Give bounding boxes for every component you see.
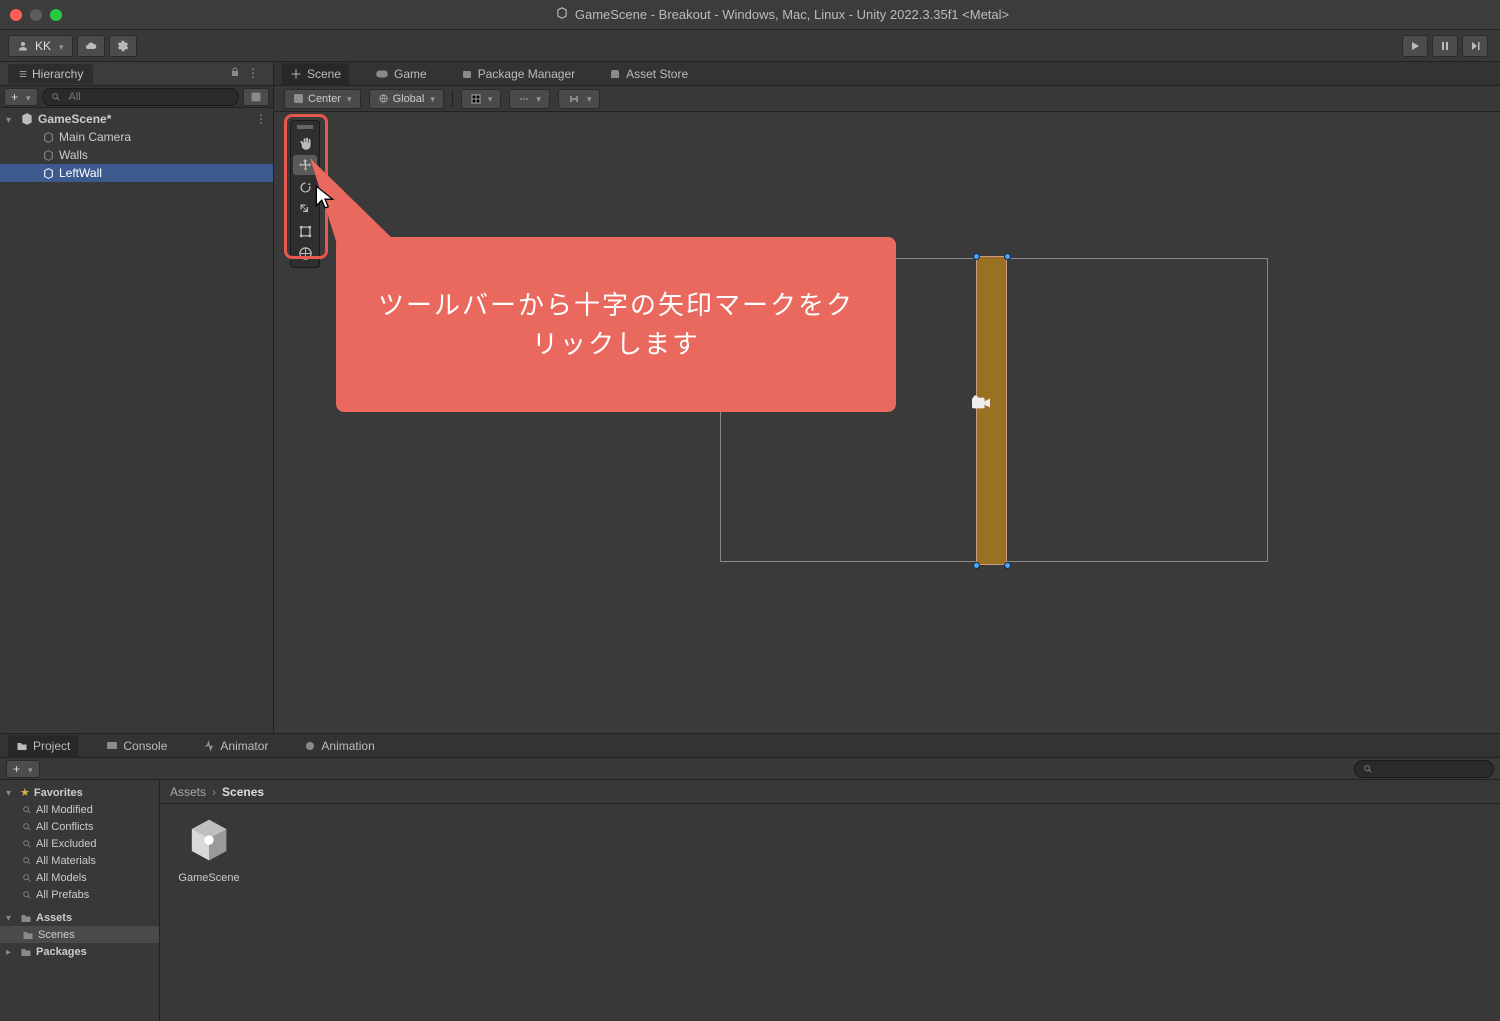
tab-console[interactable]: Console: [98, 735, 175, 757]
unity-icon: [555, 6, 569, 23]
breadcrumb-root[interactable]: Assets: [170, 785, 206, 799]
assets-folder[interactable]: Assets: [0, 909, 159, 926]
tab-scene[interactable]: Scene: [282, 63, 349, 85]
resize-handle[interactable]: [973, 253, 980, 260]
breadcrumb-current[interactable]: Scenes: [222, 785, 264, 799]
panel-menu-icon[interactable]: ⋮: [247, 66, 259, 81]
snap-increment-dropdown[interactable]: [509, 89, 550, 109]
scene-root[interactable]: GameScene* ⋮: [0, 110, 273, 128]
hierarchy-tab[interactable]: Hierarchy: [8, 64, 93, 84]
step-button[interactable]: [1462, 35, 1488, 57]
tree-item-main-camera[interactable]: Main Camera: [0, 128, 273, 146]
fav-all-prefabs[interactable]: All Prefabs: [0, 886, 159, 903]
top-toolbar: KK: [0, 30, 1500, 62]
account-label: KK: [35, 39, 51, 53]
asset-gamescene[interactable]: GameScene: [174, 814, 244, 884]
minimize-window-button[interactable]: [30, 9, 42, 21]
hierarchy-tree: GameScene* ⋮ Main Camera Walls LeftWall: [0, 108, 273, 733]
scene-toolbar: Center Global: [274, 86, 1500, 112]
close-window-button[interactable]: [10, 9, 22, 21]
space-mode-dropdown[interactable]: Global: [369, 89, 444, 109]
scene-context-menu[interactable]: ⋮: [255, 112, 273, 126]
tree-item-leftwall[interactable]: LeftWall: [0, 164, 273, 182]
fav-all-models[interactable]: All Models: [0, 869, 159, 886]
unity-scene-icon: [183, 814, 235, 866]
snap-grid-dropdown[interactable]: [461, 89, 502, 109]
tree-item-walls[interactable]: Walls: [0, 146, 273, 164]
resize-handle[interactable]: [1004, 253, 1011, 260]
titlebar: GameScene - Breakout - Windows, Mac, Lin…: [0, 0, 1500, 30]
account-button[interactable]: KK: [8, 35, 73, 57]
project-tree: ★ Favorites All Modified All Conflicts A…: [0, 780, 160, 1021]
scene-view[interactable]: ツールバーから十字の矢印マークをクリックします: [274, 112, 1500, 733]
breadcrumb: Assets › Scenes: [160, 780, 1500, 804]
lock-icon[interactable]: [229, 66, 241, 81]
annotation-callout: ツールバーから十字の矢印マークをクリックします: [336, 237, 896, 412]
tab-animator[interactable]: Animator: [195, 735, 276, 757]
tab-game[interactable]: Game: [367, 63, 435, 85]
create-dropdown[interactable]: +: [4, 88, 38, 106]
camera-gizmo-icon[interactable]: [970, 394, 992, 412]
hierarchy-search[interactable]: All: [42, 88, 239, 106]
tab-animation[interactable]: Animation: [296, 735, 382, 757]
scenes-folder[interactable]: Scenes: [0, 926, 159, 943]
favorites-folder[interactable]: ★ Favorites: [0, 784, 159, 801]
snap-toggle-dropdown[interactable]: [558, 89, 601, 109]
window-controls: [10, 9, 62, 21]
tab-asset-store[interactable]: Asset Store: [601, 63, 696, 85]
fav-all-materials[interactable]: All Materials: [0, 852, 159, 869]
hierarchy-panel: Hierarchy ⋮ + All Ga: [0, 62, 274, 733]
resize-handle[interactable]: [1004, 562, 1011, 569]
fav-all-conflicts[interactable]: All Conflicts: [0, 818, 159, 835]
cloud-button[interactable]: [77, 35, 105, 57]
window-title: GameScene - Breakout - Windows, Mac, Lin…: [575, 7, 1009, 22]
resize-handle[interactable]: [973, 562, 980, 569]
packages-folder[interactable]: Packages: [0, 943, 159, 960]
project-panel: Project Console Animator Animation + ★ F: [0, 733, 1500, 1021]
cursor-icon: [314, 184, 336, 216]
settings-button[interactable]: [109, 35, 137, 57]
play-button[interactable]: [1402, 35, 1428, 57]
maximize-window-button[interactable]: [50, 9, 62, 21]
tab-project[interactable]: Project: [8, 735, 78, 757]
hierarchy-filter-button[interactable]: [243, 88, 269, 106]
tab-package-manager[interactable]: Package Manager: [453, 63, 583, 85]
pivot-mode-dropdown[interactable]: Center: [284, 89, 361, 109]
fav-all-modified[interactable]: All Modified: [0, 801, 159, 818]
project-search[interactable]: [1354, 760, 1494, 778]
fav-all-excluded[interactable]: All Excluded: [0, 835, 159, 852]
project-create-dropdown[interactable]: +: [6, 760, 40, 778]
pause-button[interactable]: [1432, 35, 1458, 57]
